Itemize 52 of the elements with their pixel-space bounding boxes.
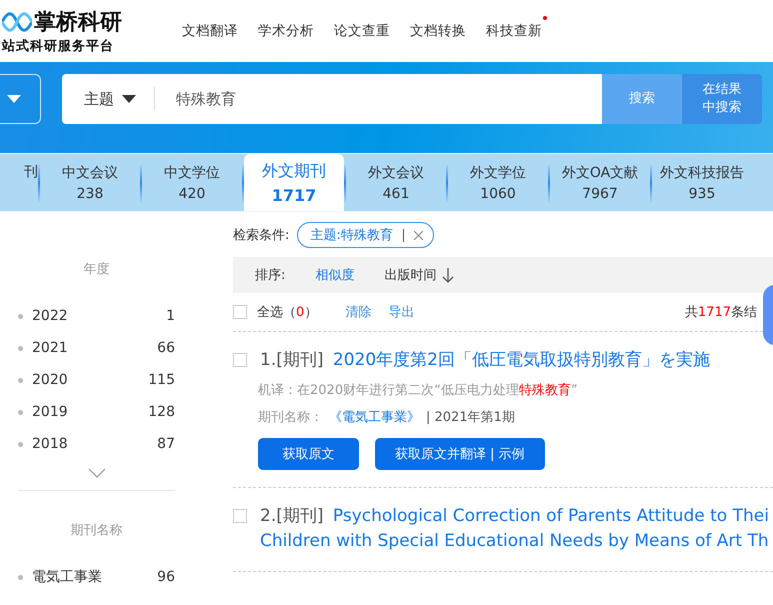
database-tab[interactable]: 刊: [0, 155, 38, 211]
nav-link[interactable]: 文档翻译: [182, 22, 238, 40]
close-icon[interactable]: [414, 230, 423, 240]
conditions-label: 检索条件:: [233, 227, 290, 244]
database-tab[interactable]: 外文OA文献 7967: [550, 155, 650, 211]
select-all-checkbox[interactable]: [233, 305, 247, 319]
database-tab[interactable]: 中文会议 238: [40, 155, 140, 211]
result-checkbox[interactable]: [233, 353, 247, 367]
nav-link[interactable]: 科技查新: [486, 22, 542, 40]
caret-icon: [122, 95, 136, 103]
logo-wave-icon: [2, 11, 32, 33]
result-title-link[interactable]: Psychological Correction of Parents Attitude to Thei: [332, 506, 769, 526]
machine-translation: 机译：在2020财年进行第二次“低压电力处理特殊教育”: [258, 382, 579, 399]
get-fulltext-button[interactable]: 获取原文: [258, 438, 359, 470]
result-title-link[interactable]: Children with Special Educational Needs by Means of Art Th: [260, 531, 769, 551]
facet-item[interactable]: 2019 128: [0, 396, 175, 428]
result-index: 2.[期刊]: [260, 506, 324, 526]
database-tab[interactable]: 外文会议 461: [346, 155, 446, 211]
journal-issue: | 2021年第1期: [426, 409, 515, 426]
database-tab[interactable]: 外文科技报告 935: [652, 155, 752, 211]
nav-link[interactable]: 学术分析: [258, 22, 314, 40]
journal-link[interactable]: 《電気工事業》: [329, 408, 420, 426]
sort-option[interactable]: 相似度: [315, 266, 354, 284]
result-title-link[interactable]: 2020年度第2回「低圧電気取扱特別教育」を実施: [332, 350, 710, 370]
journal-label: 期刊名称：: [258, 409, 323, 426]
nav-link[interactable]: 文档转换: [410, 22, 466, 40]
facet-item[interactable]: 2020 115: [0, 364, 175, 396]
database-tab[interactable]: 外文学位 1060: [448, 155, 548, 211]
search-field[interactable]: 特殊教育: [155, 74, 602, 124]
field-dropdown[interactable]: 主题: [62, 74, 154, 124]
result-checkbox[interactable]: [233, 509, 247, 523]
get-fulltext-button[interactable]: 获取原文并翻译 | 示例: [375, 438, 545, 470]
database-tab[interactable]: 外文期刊 1717: [244, 154, 344, 211]
chevron-down-icon[interactable]: [88, 468, 106, 478]
result-total: 共1717条结: [684, 304, 757, 321]
logo-slogan: 站式科研服务平台: [2, 38, 115, 55]
sort-label: 排序:: [255, 267, 286, 284]
database-tab[interactable]: 中文学位 420: [142, 155, 242, 211]
logo-name: 掌桥科研: [34, 9, 122, 37]
sort-option[interactable]: 出版时间: [384, 266, 436, 284]
facet-item[interactable]: 2018 87: [0, 428, 175, 460]
result-index: 1.[期刊]: [260, 350, 324, 370]
nav-link[interactable]: 论文查重: [334, 22, 390, 40]
selected-count: （0）: [283, 304, 318, 321]
scope-dropdown[interactable]: [0, 74, 41, 124]
select-all-label: 全选: [257, 304, 283, 321]
facet-heading: 期刊名称: [70, 522, 124, 540]
facet-item[interactable]: 2021 66: [0, 332, 175, 364]
filter-tag: 主题:特殊教育: [297, 222, 434, 248]
facet-item[interactable]: 2022 1: [0, 300, 175, 332]
facet-item[interactable]: 電気工事業 96: [0, 561, 175, 593]
facet-heading: 年度: [82, 261, 110, 279]
